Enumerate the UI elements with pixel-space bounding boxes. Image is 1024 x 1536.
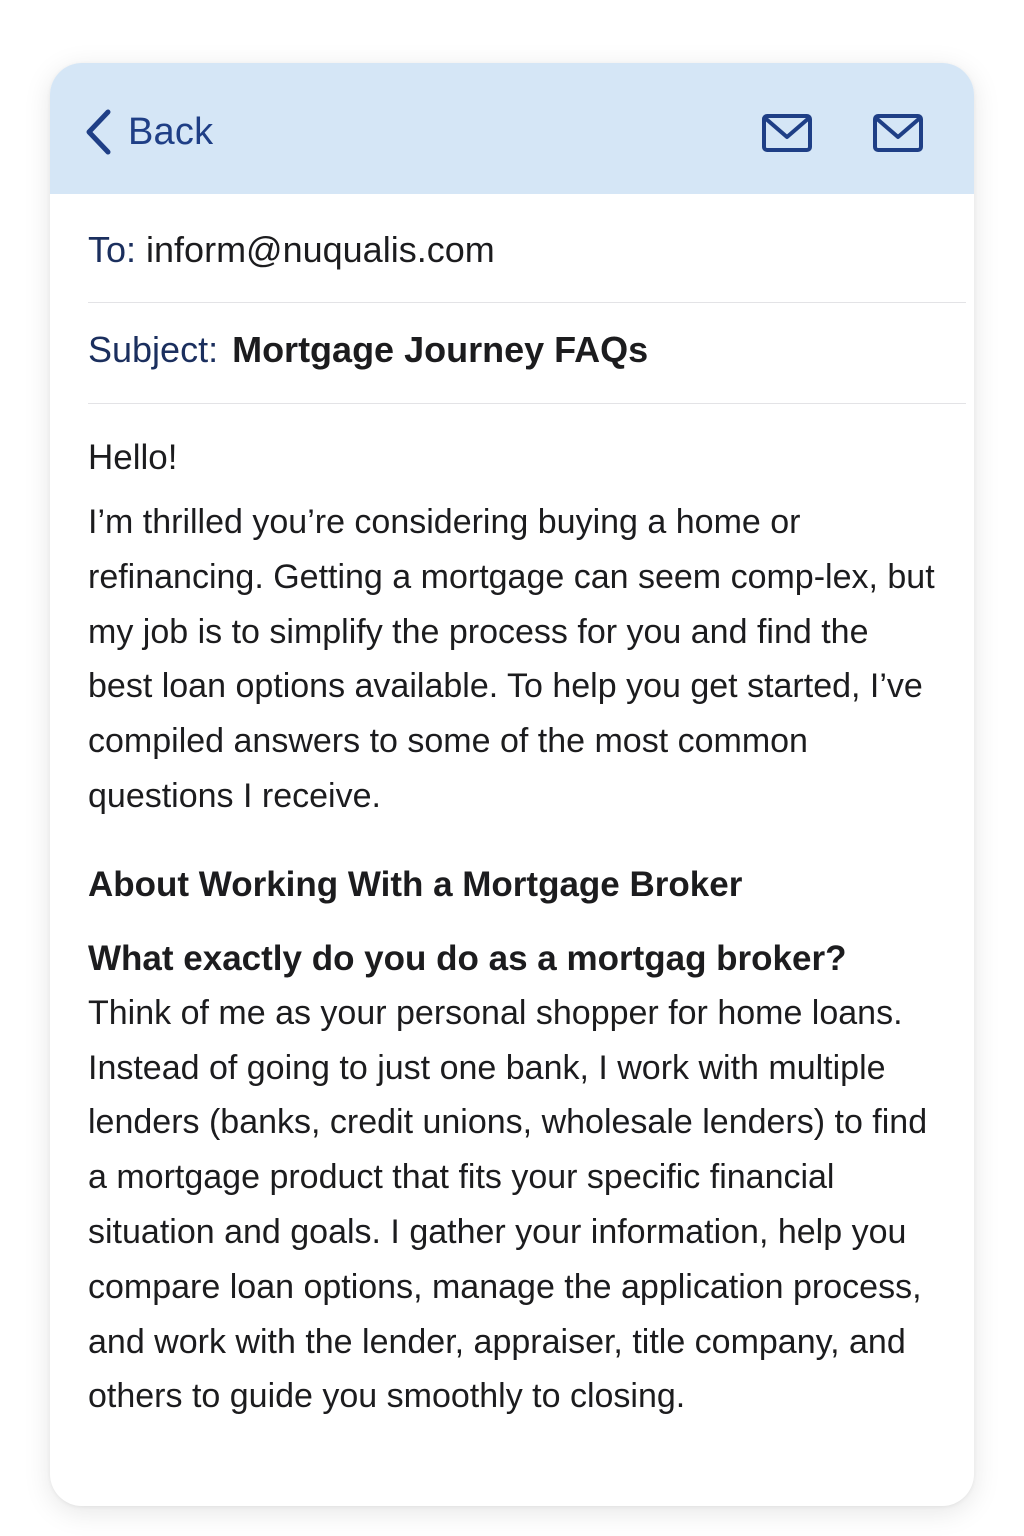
divider: [88, 302, 966, 303]
to-field[interactable]: To: inform@nuqualis.com: [88, 229, 966, 271]
back-button[interactable]: Back: [84, 107, 213, 157]
subject-label: Subject:: [88, 329, 219, 370]
divider: [88, 403, 966, 404]
mail-icon: [872, 113, 924, 153]
subject-value[interactable]: Mortgage Journey FAQs: [232, 329, 648, 370]
email-card: Back To: inform@nuqualis.com Subject: Mo…: [50, 63, 974, 1506]
subject-field[interactable]: Subject: Mortgage Journey FAQs: [88, 329, 966, 371]
to-value[interactable]: inform@nuqualis.com: [146, 229, 495, 270]
page: Back To: inform@nuqualis.com Subject: Mo…: [0, 0, 1024, 1536]
section-heading: About Working With a Mortgage Broker: [88, 864, 743, 904]
chevron-left-icon: [84, 108, 112, 156]
mail-button-secondary[interactable]: [872, 113, 924, 153]
faq-question: What exactly do you do as a mortgag brok…: [88, 938, 847, 978]
faq-answer: Think of me as your personal shopper for…: [88, 993, 928, 1416]
greeting: Hello!: [88, 438, 178, 477]
email-body[interactable]: Hello! I’m thrilled you’re considering b…: [88, 435, 938, 1424]
intro-paragraph: I’m thrilled you’re considering buying a…: [88, 503, 935, 815]
back-label: Back: [128, 110, 214, 153]
navigation-bar: Back: [50, 63, 974, 194]
to-label: To:: [88, 229, 137, 270]
mail-button[interactable]: [761, 113, 813, 153]
mail-icon: [761, 113, 813, 153]
